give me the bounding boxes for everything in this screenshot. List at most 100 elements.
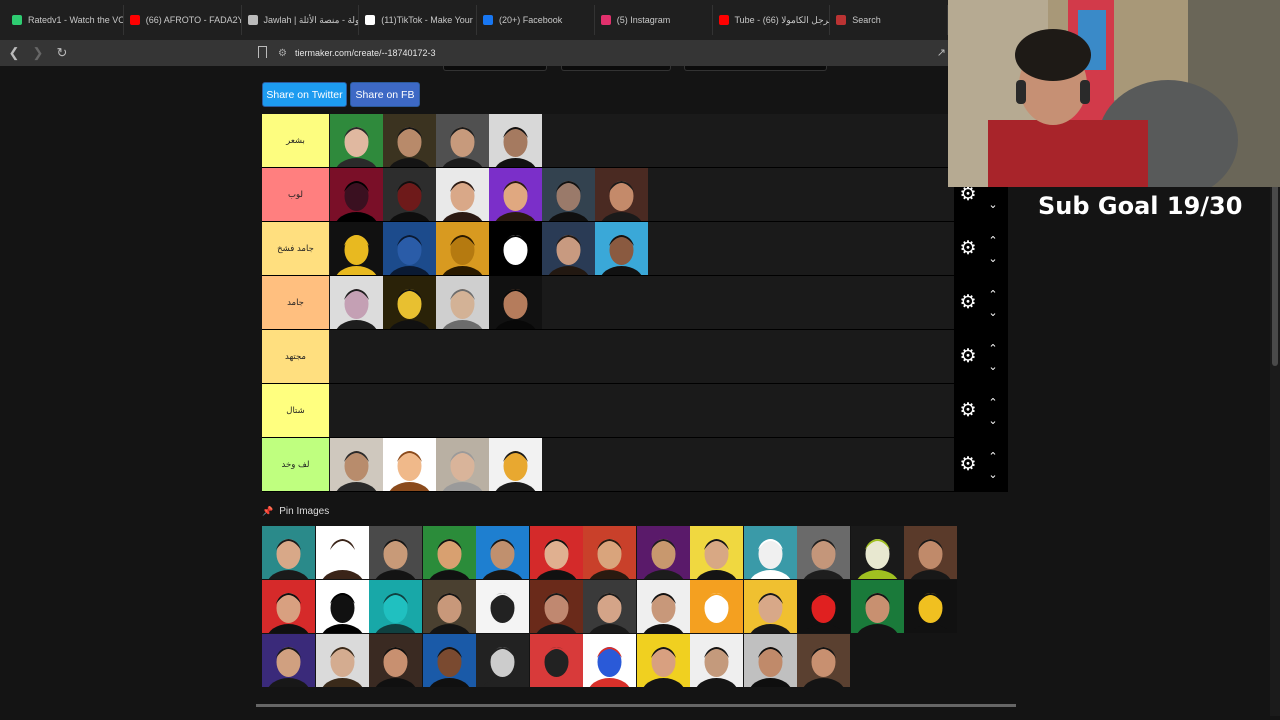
browser-tab[interactable]: (11)TikTok - Make Your Da [359, 5, 477, 35]
pool-image[interactable] [369, 580, 422, 633]
tier-image[interactable] [489, 276, 542, 329]
pool-image[interactable] [315, 580, 369, 633]
tier-image[interactable] [383, 168, 436, 221]
pool-image[interactable] [369, 634, 422, 687]
tier-image[interactable] [383, 114, 436, 167]
pool-image[interactable] [583, 634, 636, 687]
browser-tab[interactable]: Tube - الرجل الكامولا (66) [713, 5, 831, 35]
pool-image[interactable] [743, 634, 797, 687]
tier-image[interactable] [330, 438, 383, 491]
tier-label[interactable]: لوب [262, 168, 329, 221]
tier-label[interactable]: جامد فشخ [262, 222, 329, 275]
chevron-down-icon[interactable]: ⌄ [985, 469, 1001, 481]
pool-image[interactable] [262, 526, 315, 579]
pool-image[interactable] [315, 634, 369, 687]
gear-icon[interactable]: ⚙ [958, 293, 978, 313]
pool-image[interactable] [690, 526, 743, 579]
bookmark-icon[interactable] [258, 46, 267, 58]
chevron-up-icon[interactable]: ⌃ [985, 235, 1001, 247]
gear-icon[interactable]: ⚙ [958, 401, 978, 421]
chevron-down-icon[interactable]: ⌄ [985, 253, 1001, 265]
browser-tab[interactable]: Search [830, 5, 948, 35]
chevron-down-icon[interactable]: ⌄ [985, 415, 1001, 427]
pool-image[interactable] [743, 526, 797, 579]
tier-image[interactable] [330, 168, 383, 221]
share-facebook-button[interactable]: Share on FB [350, 82, 420, 107]
tier-image[interactable] [436, 114, 489, 167]
tier-image[interactable] [436, 438, 489, 491]
pool-image[interactable] [529, 526, 583, 579]
tier-image[interactable] [489, 222, 542, 275]
gear-icon[interactable]: ⚙ [958, 239, 978, 259]
tier-label[interactable]: شتال [262, 384, 329, 437]
pool-image[interactable] [797, 634, 850, 687]
tier-image[interactable] [542, 168, 595, 221]
pool-image[interactable] [583, 580, 636, 633]
chevron-up-icon[interactable]: ⌃ [985, 451, 1001, 463]
chevron-up-icon[interactable]: ⌃ [985, 289, 1001, 301]
tier-image[interactable] [436, 276, 489, 329]
browser-tab[interactable]: Ratedv1 - Watch the VOD [6, 5, 124, 35]
pin-images-toggle[interactable]: 📌 Pin Images [262, 506, 329, 517]
pool-image[interactable] [904, 580, 957, 633]
forward-icon[interactable]: ❯ [28, 43, 48, 63]
url-field[interactable]: ⚙ tiermaker.com/create/--18740172-3 [278, 44, 436, 62]
chevron-down-icon[interactable]: ⌄ [985, 199, 1001, 211]
chevron-up-icon[interactable]: ⌃ [985, 343, 1001, 355]
tier-image[interactable] [489, 168, 542, 221]
tier-image[interactable] [489, 114, 542, 167]
pool-image[interactable] [797, 580, 850, 633]
gear-icon[interactable]: ⚙ [958, 347, 978, 367]
pool-image[interactable] [636, 634, 690, 687]
pool-image[interactable] [262, 634, 315, 687]
gear-icon[interactable]: ⚙ [958, 185, 978, 205]
pool-image[interactable] [743, 580, 797, 633]
tier-image[interactable] [595, 168, 648, 221]
tier-label[interactable]: مجتهد [262, 330, 329, 383]
chevron-down-icon[interactable]: ⌄ [985, 361, 1001, 373]
pool-image[interactable] [690, 634, 743, 687]
pool-image[interactable] [369, 526, 422, 579]
horizontal-scrollbar[interactable] [256, 704, 1016, 707]
chevron-down-icon[interactable]: ⌄ [985, 307, 1001, 319]
site-settings-icon[interactable]: ⚙ [278, 48, 287, 59]
pool-image[interactable] [636, 580, 690, 633]
tier-image[interactable] [595, 222, 648, 275]
tier-image[interactable] [383, 276, 436, 329]
tier-image[interactable] [436, 222, 489, 275]
gear-icon[interactable]: ⚙ [958, 455, 978, 475]
share-icon[interactable]: ↗ [937, 46, 946, 59]
pool-image[interactable] [422, 580, 476, 633]
share-twitter-button[interactable]: Share on Twitter [262, 82, 347, 107]
pool-image[interactable] [476, 526, 529, 579]
pool-image[interactable] [476, 634, 529, 687]
pool-image[interactable] [690, 580, 743, 633]
tier-image[interactable] [436, 168, 489, 221]
tier-image[interactable] [542, 222, 595, 275]
pool-image[interactable] [422, 634, 476, 687]
tier-image[interactable] [383, 222, 436, 275]
pool-image[interactable] [850, 526, 904, 579]
pool-image[interactable] [583, 526, 636, 579]
tier-image[interactable] [383, 438, 436, 491]
browser-tab[interactable]: (5) Instagram [595, 5, 713, 35]
browser-tab[interactable]: (20+) Facebook [477, 5, 595, 35]
pool-image[interactable] [797, 526, 850, 579]
tier-label[interactable]: لف وخد [262, 438, 329, 491]
browser-tab[interactable]: (66) AFROTO - FADA2Y - Y [124, 5, 242, 35]
pool-image[interactable] [529, 634, 583, 687]
pool-image[interactable] [636, 526, 690, 579]
back-icon[interactable]: ❮ [4, 43, 24, 63]
chevron-up-icon[interactable]: ⌃ [985, 397, 1001, 409]
tier-label[interactable]: جامد [262, 276, 329, 329]
tier-image[interactable] [330, 222, 383, 275]
tier-image[interactable] [330, 114, 383, 167]
pool-image[interactable] [850, 580, 904, 633]
pool-image[interactable] [529, 580, 583, 633]
tier-image[interactable] [489, 438, 542, 491]
pool-image[interactable] [476, 580, 529, 633]
browser-tab[interactable]: Jawlah | جولة - منصة الأئلة [242, 5, 360, 35]
tier-image[interactable] [330, 276, 383, 329]
tier-label[interactable]: بشعر [262, 114, 329, 167]
pool-image[interactable] [422, 526, 476, 579]
